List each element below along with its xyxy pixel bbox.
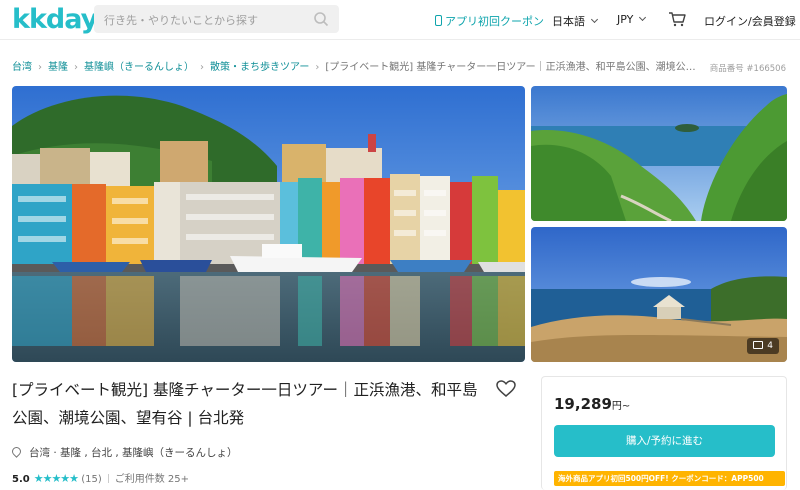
breadcrumb-current: [プライベート観光] 基隆チャーター一日ツアー｜正浜漁港、和平島公園、潮境公…: [325, 62, 696, 73]
photo-count-label: 4: [767, 341, 773, 351]
product-number: 商品番号 #166506: [709, 64, 786, 74]
app-coupon-link[interactable]: アプリ初回クーポン: [435, 13, 544, 29]
photo-coastal-hills[interactable]: [531, 86, 787, 221]
app-coupon-label: アプリ初回クーポン: [445, 15, 544, 28]
breadcrumb-item[interactable]: 台湾: [12, 62, 32, 73]
product-location: 台湾 · 基隆 , 台北 , 基隆嶼（きーるんしょ）: [10, 445, 238, 460]
language-selector[interactable]: 日本語: [552, 13, 599, 29]
chevron-down-icon: [590, 15, 599, 24]
heart-icon[interactable]: [496, 380, 516, 398]
location-pin-icon: [10, 445, 23, 458]
price: 19,289円~: [554, 395, 630, 413]
main-photo-harbor[interactable]: [12, 86, 525, 362]
book-now-button[interactable]: 購入/予約に進む: [554, 425, 775, 457]
location-text: 台湾 · 基隆 , 台北 , 基隆嶼（きーるんしょ）: [29, 447, 238, 459]
kkday-logo[interactable]: kkday: [12, 4, 98, 35]
usage-count: ご利用件数 25+: [114, 474, 190, 485]
breadcrumb-item[interactable]: 基隆: [48, 62, 68, 73]
search-icon[interactable]: [313, 11, 329, 27]
chevron-right-icon: ›: [38, 62, 42, 73]
currency-label: JPY: [617, 13, 634, 26]
chevron-right-icon: ›: [200, 62, 204, 73]
chevron-down-icon: [639, 13, 647, 22]
booking-panel: 19,289円~ 購入/予約に進む 海外商品アプリ初回500円OFF! クーポン…: [541, 376, 787, 490]
rating-row: 5.0 ★★★★★ (15) ご利用件数 25+: [12, 470, 189, 485]
chevron-right-icon: ›: [74, 62, 78, 73]
image-icon: [753, 341, 764, 349]
search-input[interactable]: 行き先・やりたいことから探す: [94, 5, 339, 33]
cart-icon[interactable]: [668, 11, 686, 27]
search-placeholder: 行き先・やりたいことから探す: [104, 14, 258, 27]
divider: [107, 474, 109, 483]
rating-score: 5.0: [12, 474, 30, 485]
login-link[interactable]: ログイン/会員登録: [704, 13, 796, 29]
price-value: 19,289: [554, 395, 612, 413]
chevron-right-icon: ›: [315, 62, 320, 73]
photo-pavilion-coast[interactable]: 4: [531, 227, 787, 362]
coupon-promo-banner[interactable]: 海外商品アプリ初回500円OFF! クーポンコード：APP500: [554, 471, 785, 486]
top-header: kkday 行き先・やりたいことから探す アプリ初回クーポン 日本語 JPY ロ…: [0, 0, 800, 40]
breadcrumb: 台湾 › 基隆 › 基隆嶼（きーるんしょ） › 散策・まち歩きツアー › [プライベート観光] …: [12, 58, 696, 73]
breadcrumb-item[interactable]: 散策・まち歩きツアー: [210, 62, 309, 73]
language-label: 日本語: [552, 15, 585, 28]
price-unit: 円~: [611, 401, 631, 412]
rating-stars-icon: ★★★★★: [33, 472, 79, 485]
product-title: [プライベート観光] 基隆チャーター一日ツアー｜正浜漁港、和平島公園、潮境公園、…: [12, 381, 478, 427]
photo-count-badge[interactable]: 4: [747, 338, 779, 354]
review-count[interactable]: (15): [81, 474, 102, 485]
phone-icon: [435, 15, 442, 26]
currency-selector[interactable]: JPY: [617, 13, 647, 26]
breadcrumb-item[interactable]: 基隆嶼（きーるんしょ）: [84, 62, 194, 73]
